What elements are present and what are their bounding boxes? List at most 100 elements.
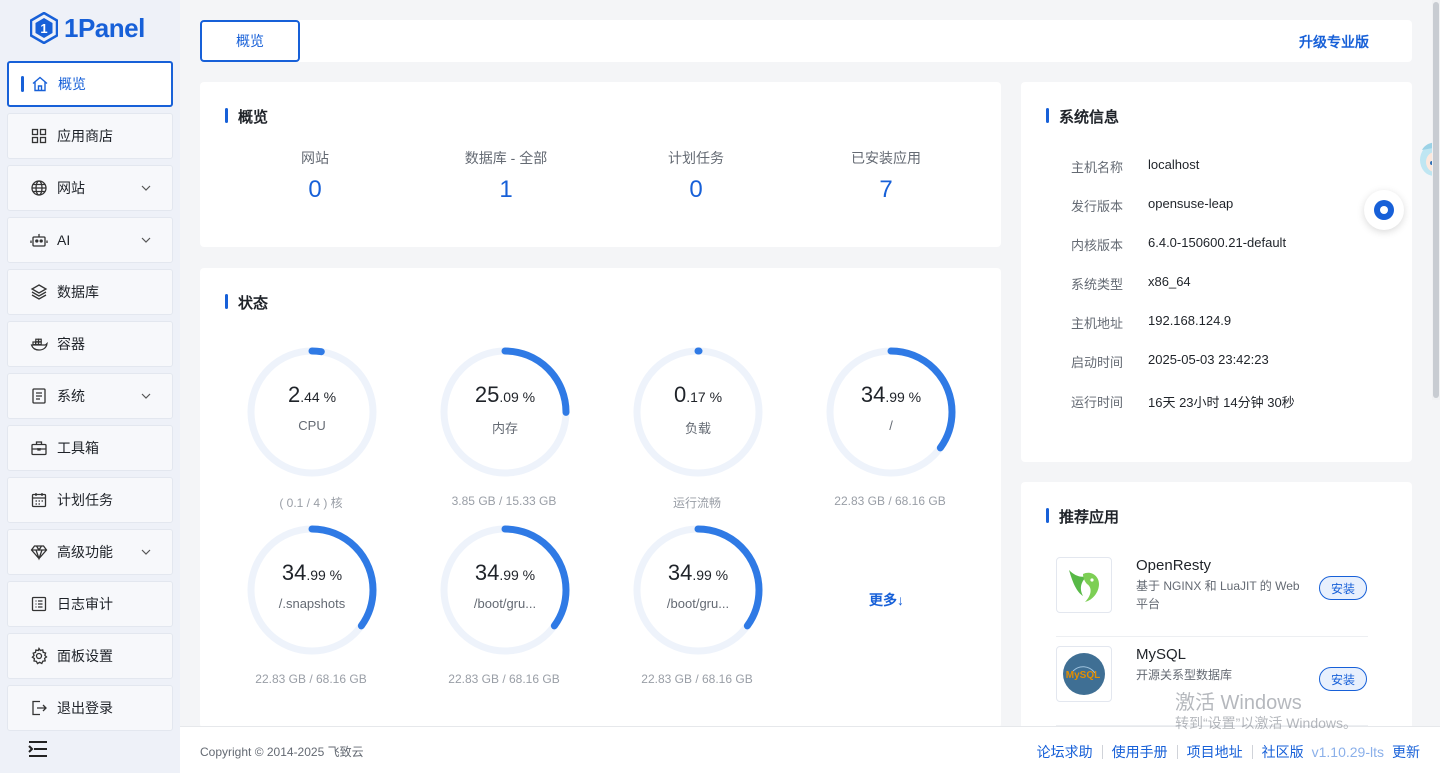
gauge-label: 负载 xyxy=(684,421,711,436)
floating-assistant-button[interactable] xyxy=(1364,190,1404,230)
svg-text:MySQL: MySQL xyxy=(1066,670,1100,681)
sidebar-item-websites[interactable]: 网站 xyxy=(7,165,173,211)
footer: Copyright © 2014-2025 飞致云 论坛求助 使用手册 项目地址… xyxy=(180,726,1440,773)
chevron-down-icon xyxy=(141,549,151,555)
sidebar-item-system[interactable]: 系统 xyxy=(7,373,173,419)
sidebar-item-app-store[interactable]: 应用商店 xyxy=(7,113,173,159)
gauge-value: 34.99 % xyxy=(667,560,729,585)
sidebar-item-settings[interactable]: 面板设置 xyxy=(7,633,173,679)
info-value: 192.168.124.9 xyxy=(1148,313,1232,328)
gauge-label: CPU xyxy=(298,418,326,433)
stat-cron-jobs[interactable]: 计划任务 0 xyxy=(601,148,791,204)
gauge-disk-boot-2[interactable]: 34.99 % /boot/gru... xyxy=(632,524,764,656)
footer-links: 论坛求助 使用手册 项目地址 社区版 v1.10.29-lts 更新 xyxy=(1037,742,1420,762)
stat-installed-apps[interactable]: 已安装应用 7 xyxy=(791,148,981,204)
layers-icon xyxy=(30,283,48,301)
sidebar-item-advanced[interactable]: 高级功能 xyxy=(7,529,173,575)
gauge-load[interactable]: 0.17 % 负载 xyxy=(632,346,764,478)
diamond-icon xyxy=(30,543,48,561)
activation-watermark-subtitle: 转到“设置”以激活 Windows。 xyxy=(1175,715,1358,731)
sidebar-item-overview[interactable]: 概览 xyxy=(7,61,173,107)
stat-value[interactable]: 7 xyxy=(791,176,981,204)
info-key: 启动时间 xyxy=(1071,355,1124,370)
gauge-value: 0.17 % xyxy=(673,382,723,407)
manual-link[interactable]: 使用手册 xyxy=(1112,742,1168,762)
sidebar-item-logout[interactable]: 退出登录 xyxy=(7,685,173,731)
stat-value[interactable]: 1 xyxy=(411,176,601,204)
info-row-distro: 发行版本 opensuse-leap xyxy=(1071,196,1233,216)
sidebar-item-label: 计划任务 xyxy=(57,492,113,508)
document-icon xyxy=(30,387,48,405)
sidebar-nav: 概览 应用商店 网站 AI 数据库 容器 系统 工具箱 计划任务 高级功能 日志… xyxy=(7,61,173,737)
sidebar-item-databases[interactable]: 数据库 xyxy=(7,269,173,315)
sidebar-item-ai[interactable]: AI xyxy=(7,217,173,263)
openresty-logo-icon xyxy=(1056,557,1112,613)
more-link[interactable]: 更多↓ xyxy=(869,590,904,610)
page-scrollbar[interactable] xyxy=(1432,0,1440,400)
info-row-address: 主机地址 192.168.124.9 xyxy=(1071,313,1231,333)
copyright-text: Copyright © 2014-2025 飞致云 xyxy=(200,745,364,759)
grid-icon xyxy=(30,127,48,145)
logo-hex-icon: 1 xyxy=(30,12,58,44)
info-row-kernel: 内核版本 6.4.0-150600.21-default xyxy=(1071,235,1286,255)
gauge-disk-boot-1[interactable]: 34.99 % /boot/gru... xyxy=(439,524,571,656)
gauge-value: 34.99 % xyxy=(474,560,536,585)
gauge-detail: 3.85 GB / 15.33 GB xyxy=(451,494,557,508)
collapse-menu-icon[interactable] xyxy=(28,740,48,758)
tab-overview[interactable]: 概览 xyxy=(200,20,300,62)
sidebar-item-label: 退出登录 xyxy=(57,700,113,716)
toolbox-icon xyxy=(30,439,48,457)
info-row-hostname: 主机名称 localhost xyxy=(1071,157,1199,177)
sidebar-item-cron-jobs[interactable]: 计划任务 xyxy=(7,477,173,523)
gauge-label: / xyxy=(889,418,893,433)
info-row-arch: 系统类型 x86_64 xyxy=(1071,274,1191,294)
sidebar-item-toolbox[interactable]: 工具箱 xyxy=(7,425,173,471)
activation-watermark-title: 激活 Windows xyxy=(1175,692,1302,714)
edition-link[interactable]: 社区版 xyxy=(1262,742,1304,762)
stat-websites[interactable]: 网站 0 xyxy=(220,148,410,204)
sidebar-item-label: AI xyxy=(57,232,71,248)
gauge-label: /boot/gru... xyxy=(666,596,730,611)
forum-link[interactable]: 论坛求助 xyxy=(1037,742,1093,762)
install-button[interactable]: 安装 xyxy=(1319,667,1367,691)
info-key: 系统类型 xyxy=(1071,277,1124,292)
update-link[interactable]: 更新 xyxy=(1392,742,1420,762)
list-icon xyxy=(30,595,48,613)
sidebar-item-label: 应用商店 xyxy=(57,128,113,144)
gauge-value: 25.09 % xyxy=(474,382,536,407)
home-icon xyxy=(31,75,49,93)
stat-databases[interactable]: 数据库 - 全部 1 xyxy=(411,148,601,204)
logo[interactable]: 1 1Panel xyxy=(30,10,145,46)
info-key: 运行时间 xyxy=(1071,395,1124,410)
info-value: 16天 23小时 14分钟 30秒 xyxy=(1148,395,1295,410)
divider xyxy=(1176,745,1178,759)
info-key: 主机名称 xyxy=(1071,160,1124,175)
chevron-down-icon xyxy=(141,393,151,399)
info-value: localhost xyxy=(1148,157,1200,172)
project-link[interactable]: 项目地址 xyxy=(1187,742,1243,762)
status-title: 状态 xyxy=(225,292,268,313)
gauge-label: 内存 xyxy=(491,421,518,436)
sidebar-item-logs[interactable]: 日志审计 xyxy=(7,581,173,627)
info-key: 发行版本 xyxy=(1071,199,1124,214)
upgrade-pro-link[interactable]: 升级专业版 xyxy=(1299,32,1369,52)
app-name: MySQL xyxy=(1136,646,1187,663)
sidebar-item-label: 概览 xyxy=(58,76,86,92)
info-row-boot-time: 启动时间 2025-05-03 23:42:23 xyxy=(1071,352,1269,372)
gauge-disk-root[interactable]: 34.99 % / xyxy=(825,346,957,478)
app-item-openresty[interactable]: OpenResty 基于 NGINX 和 LuaJIT 的 Web 平台 安装 xyxy=(1056,557,1368,637)
stat-value[interactable]: 0 xyxy=(220,176,410,204)
install-button[interactable]: 安装 xyxy=(1319,576,1367,600)
gauge-detail: 22.83 GB / 68.16 GB xyxy=(255,672,367,686)
assistant-icon xyxy=(1374,200,1394,220)
sidebar-item-label: 网站 xyxy=(57,180,85,196)
sidebar-item-containers[interactable]: 容器 xyxy=(7,321,173,367)
gauge-memory[interactable]: 25.09 % 内存 xyxy=(439,346,571,478)
stat-label: 数据库 - 全部 xyxy=(464,150,548,166)
sidebar: 1 1Panel 概览 应用商店 网站 AI 数据库 容器 系统 工具箱 计划任… xyxy=(0,0,180,773)
divider xyxy=(1251,745,1253,759)
version-label[interactable]: v1.10.29-lts xyxy=(1312,744,1384,760)
gauge-cpu[interactable]: 2.44 % CPU xyxy=(246,346,378,478)
gauge-disk-snapshots[interactable]: 34.99 % /.snapshots xyxy=(246,524,378,656)
stat-value[interactable]: 0 xyxy=(601,176,791,204)
